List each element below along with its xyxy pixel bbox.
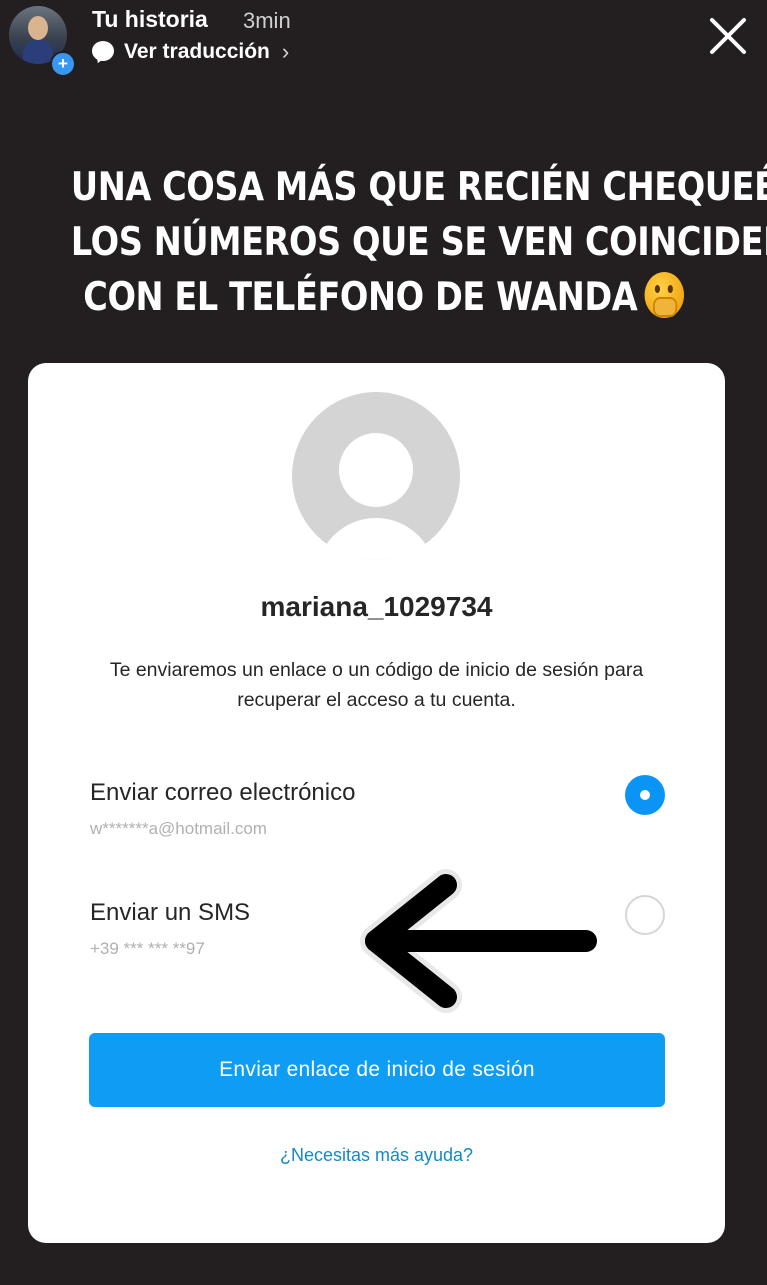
story-caption: UNA COSA MÁS QUE RECIÉN CHEQUEÉ, LOS NÚM… — [70, 160, 767, 325]
left-arrow-icon — [356, 865, 606, 1017]
see-translation-label: Ver traducción — [124, 40, 270, 63]
radio-selected-icon[interactable] — [625, 775, 665, 815]
option-detail: w*******a@hotmail.com — [90, 819, 267, 838]
username: mariana_1029734 — [260, 591, 493, 622]
login-recovery-card: mariana_1029734 Te enviaremos un enlace … — [28, 363, 725, 1243]
caption-line-1: UNA COSA MÁS QUE RECIÉN CHEQUEÉ, — [70, 165, 767, 210]
close-icon — [710, 18, 746, 54]
story-timestamp: 3min — [243, 8, 291, 33]
story-header: + Tu historia 3min Ver traducción › — [0, 0, 767, 80]
need-more-help-link[interactable]: ¿Necesitas más ayuda? — [28, 1145, 725, 1166]
option-send-email[interactable]: Enviar correo electrónico w*******a@hotm… — [28, 771, 725, 851]
avatar[interactable]: + — [9, 6, 76, 77]
avatar-face — [28, 16, 48, 40]
option-detail: +39 *** *** **97 — [90, 939, 205, 958]
plus-badge-icon[interactable]: + — [50, 51, 76, 77]
close-button[interactable] — [706, 14, 750, 58]
speech-bubble-icon — [92, 41, 114, 65]
caption-line-3: CON EL TELÉFONO DE WANDA — [83, 275, 638, 320]
story-title: Tu historia — [92, 6, 208, 32]
avatar-shirt — [23, 40, 53, 64]
face-with-hand-over-mouth-icon — [644, 272, 684, 318]
caption-line-2: LOS NÚMEROS QUE SE VEN COINCIDEN — [70, 220, 767, 265]
chevron-right-icon: › — [281, 39, 290, 64]
recovery-description: Te enviaremos un enlace o un código de i… — [109, 659, 644, 711]
option-label: Enviar un SMS — [90, 899, 251, 926]
default-profile-icon — [292, 392, 460, 560]
caption-line-3-wrap: CON EL TELÉFONO DE WANDA — [71, 270, 696, 325]
option-label: Enviar correo electrónico — [90, 779, 356, 806]
send-login-link-button[interactable]: Enviar enlace de inicio de sesión — [89, 1033, 665, 1107]
see-translation-link[interactable]: Ver traducción › — [92, 38, 289, 66]
radio-unselected-icon[interactable] — [625, 895, 665, 935]
